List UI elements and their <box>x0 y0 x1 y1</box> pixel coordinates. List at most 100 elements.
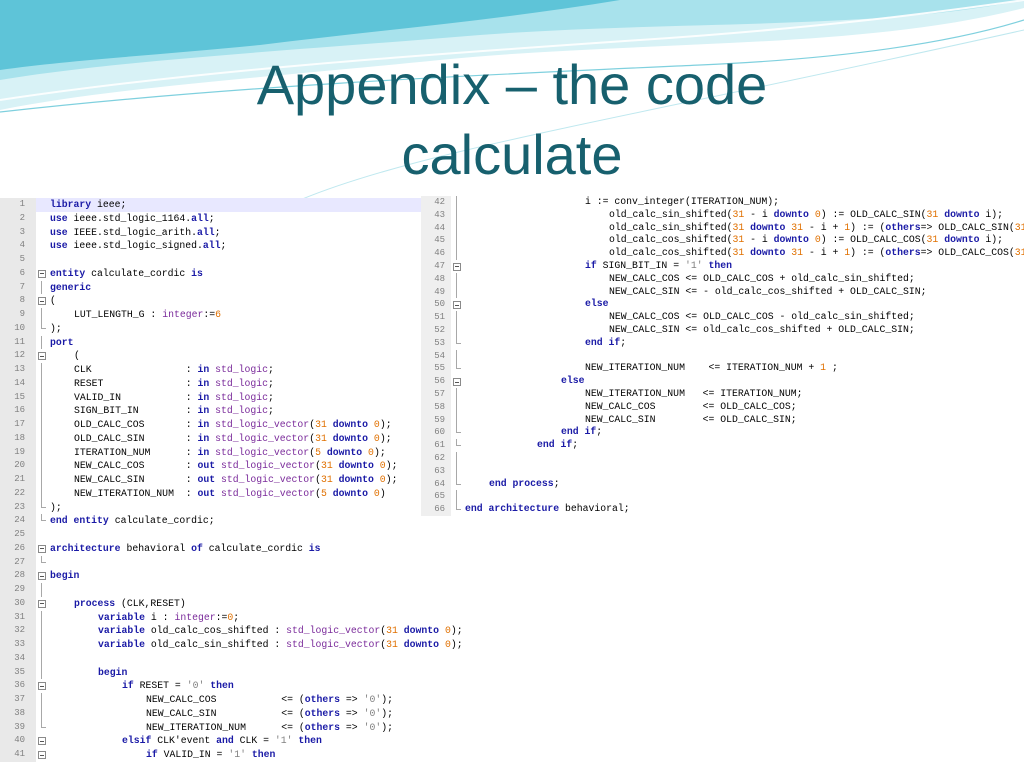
code-token: - i + <box>803 247 845 259</box>
fold-toggle-icon[interactable] <box>451 375 464 388</box>
code-text: LUT_LENGTH_G : integer:=6 <box>50 308 221 322</box>
code-token: downto <box>773 208 809 220</box>
fold-margin <box>36 253 48 267</box>
code-line: 45 old_calc_cos_shifted(31 - i downto 0) … <box>421 234 1024 248</box>
fold-toggle-icon[interactable] <box>36 542 48 556</box>
code-token: downto <box>750 247 786 259</box>
code-line: 65 <box>421 490 1024 504</box>
line-number: 39 <box>0 720 36 735</box>
code-token: if <box>608 336 621 348</box>
line-number: 46 <box>421 247 451 260</box>
fold-toggle-icon[interactable] <box>36 569 48 583</box>
code-text: NEW_CALC_SIN <= (others => '0'); <box>50 707 393 721</box>
code-token: out <box>197 474 216 485</box>
code-token: and <box>216 735 234 747</box>
code-token: CLK : <box>74 364 198 375</box>
fold-toggle-icon[interactable] <box>451 298 464 311</box>
line-number: 3 <box>0 225 36 240</box>
code-text: process (CLK,RESET) <box>50 597 186 611</box>
line-number: 36 <box>0 679 36 693</box>
fold-margin <box>36 226 48 240</box>
fold-end-marker <box>451 362 464 375</box>
code-line: 53 end if; <box>421 336 1024 350</box>
fold-guide <box>36 376 48 391</box>
code-text: ); <box>50 322 62 336</box>
code-token: downto <box>750 221 786 233</box>
code-token: ); <box>450 639 463 650</box>
code-line: 61 end if; <box>421 439 1024 452</box>
code-text: NEW_ITERATION_NUM <= ITERATION_NUM; <box>465 388 803 401</box>
code-text: end if; <box>465 426 602 439</box>
code-text: use ieee.std_logic_1164.all; <box>50 212 215 226</box>
code-token: if <box>146 749 158 760</box>
code-token: NEW_CALC_COS <= ( <box>146 694 305 705</box>
code-token: if <box>584 426 597 438</box>
fold-margin <box>36 198 48 212</box>
code-token: NEW_CALC_SIN <= ( <box>146 707 305 719</box>
code-token: then <box>298 735 322 747</box>
slide: Appendix – the code calculate 1 library i… <box>0 0 1024 768</box>
code-token: ( <box>74 350 80 362</box>
code-line: 63 <box>421 464 1024 478</box>
line-number: 50 <box>421 298 451 312</box>
code-token: ; <box>268 391 274 403</box>
fold-toggle-icon[interactable] <box>36 734 48 748</box>
slide-title: Appendix – the code calculate <box>0 50 1024 190</box>
code-token: ); <box>50 501 62 513</box>
code-token: calculate_cordic <box>85 267 192 279</box>
fold-guide <box>36 651 48 666</box>
line-number: 51 <box>421 311 451 324</box>
line-number: 57 <box>421 387 451 401</box>
code-token: begin <box>50 570 80 582</box>
line-number: 47 <box>421 259 451 273</box>
line-number: 2 <box>0 211 36 226</box>
fold-guide <box>451 208 464 222</box>
code-token: 31 <box>1014 221 1024 233</box>
fold-guide <box>36 280 48 295</box>
code-text: if VALID_IN = '1' then <box>50 748 275 762</box>
line-number: 53 <box>421 336 451 350</box>
code-token: architecture <box>50 542 121 554</box>
code-editor-right: 42 i := conv_integer(ITERATION_NUM); 43 old… <box>421 196 1024 519</box>
code-token: 31 <box>732 221 745 233</box>
line-number: 9 <box>0 308 36 322</box>
code-line: 25 <box>0 528 508 542</box>
code-text: i := conv_integer(ITERATION_NUM); <box>465 196 779 209</box>
code-token: others <box>885 247 921 259</box>
line-number: 15 <box>0 390 36 405</box>
code-line: 40 elsif CLK'event and CLK = '1' then <box>0 734 508 748</box>
code-line: 32 variable old_calc_cos_shifted : std_lo… <box>0 624 508 638</box>
code-token: - i <box>744 208 774 220</box>
line-number: 33 <box>0 638 36 652</box>
fold-end-marker <box>451 426 464 439</box>
code-text: entity calculate_cordic is <box>50 267 203 281</box>
fold-toggle-icon[interactable] <box>451 260 464 273</box>
fold-toggle-icon[interactable] <box>36 597 48 611</box>
code-token: ); <box>381 694 393 705</box>
fold-toggle-icon[interactable] <box>36 267 48 281</box>
code-line: 51 NEW_CALC_COS <= OLD_CALC_COS - old_cal… <box>421 311 1024 324</box>
code-token: all <box>196 226 215 238</box>
code-token: ; <box>208 212 215 224</box>
code-token: 31 <box>315 432 327 444</box>
code-token: old_calc_cos_shifted : <box>145 625 287 637</box>
fold-toggle-icon[interactable] <box>36 349 48 363</box>
code-text: use ieee.std_logic_signed.all; <box>50 239 226 253</box>
code-token: variable <box>98 639 146 650</box>
code-token: ); <box>385 460 398 472</box>
fold-guide <box>36 390 48 405</box>
code-token: end <box>537 439 555 451</box>
code-token: OLD_CALC_COS : <box>74 419 198 430</box>
code-token: '1' <box>228 749 246 760</box>
fold-toggle-icon[interactable] <box>36 748 48 762</box>
fold-guide <box>451 413 464 427</box>
fold-toggle-icon[interactable] <box>36 679 48 693</box>
line-number: 59 <box>421 413 451 427</box>
code-text: end architecture behavioral; <box>465 503 630 516</box>
code-token: NEW_CALC_SIN <= old_calc_cos_shifted + O… <box>609 323 915 335</box>
code-text: NEW_ITERATION_NUM <= (others => '0'); <box>50 721 393 735</box>
fold-toggle-icon[interactable] <box>36 294 48 308</box>
code-token: ) <box>379 487 386 499</box>
code-token: then <box>251 749 276 760</box>
fold-end-marker <box>451 503 464 516</box>
